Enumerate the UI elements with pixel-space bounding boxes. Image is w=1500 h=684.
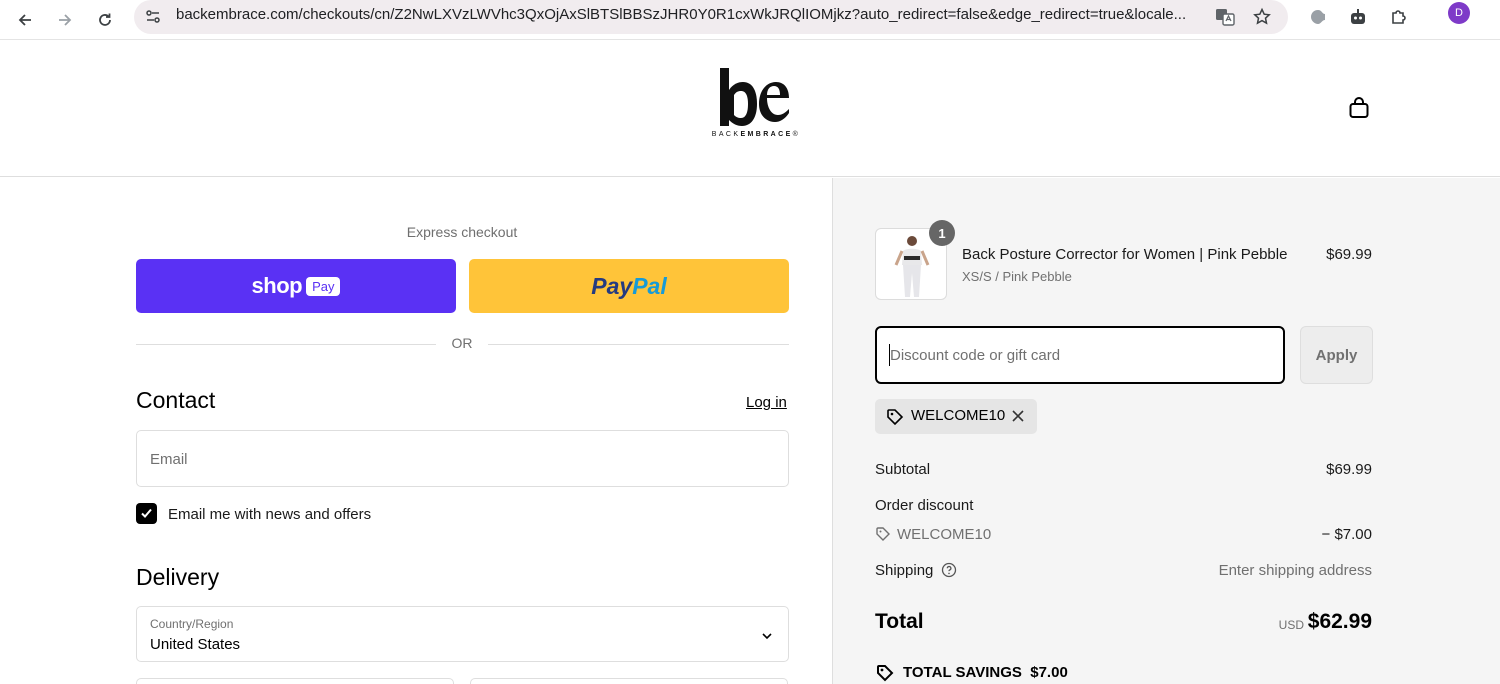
shipping-label: Shipping [875,562,934,579]
reload-icon[interactable] [89,4,121,36]
first-name-field[interactable] [136,678,454,684]
brand-logo-mark [720,68,789,126]
paypal-button[interactable]: Pay Pal [469,259,789,313]
delivery-heading: Delivery [136,564,220,590]
country-select[interactable]: Country/Region United States [136,606,789,662]
shop-pay-button[interactable]: shop Pay [136,259,456,313]
subtotal-label: Subtotal [875,461,931,478]
extension-icon[interactable] [1303,2,1333,32]
profile-avatar[interactable]: D [1448,2,1470,24]
chevron-down-icon [762,633,772,640]
puzzle-extensions-icon[interactable] [1384,2,1414,32]
discount-amount: − $7.00 [1321,526,1372,543]
address-bar[interactable]: backembrace.com/checkouts/cn/Z2NwLXVzLWV… [134,0,1288,34]
applied-discount-chip: WELCOME10 [875,399,1037,434]
order-summary: 1 Back Posture Corrector for Women | Pin… [832,178,1500,684]
contact-heading: Contact [136,387,216,413]
total-amount: $62.99 [1307,610,1372,633]
newsletter-checkbox[interactable] [136,503,157,524]
site-settings-icon[interactable] [144,8,162,26]
store-header: BACKEMBRACE® [0,40,1500,177]
email-field[interactable]: Email [136,430,789,487]
product-price: $69.99 [1326,246,1372,263]
savings-tag-icon [877,665,894,682]
quantity-badge: 1 [929,220,955,246]
cart-icon[interactable] [1346,95,1372,121]
brand-logo[interactable]: BACKEMBRACE® [702,68,810,144]
checkout-main: Express checkout shop Pay Pay Pal OR Cont… [0,178,832,684]
product-variant: XS/S / Pink Pebble [962,269,1072,284]
url-text[interactable]: backembrace.com/checkouts/cn/Z2NwLXVzLWV… [176,6,1206,23]
back-icon[interactable] [9,4,41,36]
or-divider: OR [136,335,789,355]
subtotal-value: $69.99 [1326,461,1372,478]
remove-discount-icon[interactable] [1009,407,1027,425]
order-discount-label: Order discount [875,497,974,514]
tag-icon [876,527,890,541]
forward-icon[interactable] [49,4,81,36]
discount-code-input[interactable]: Discount code or gift card [875,326,1285,384]
bookmark-star-icon[interactable] [1249,4,1275,30]
total-savings: TOTAL SAVINGS $7.00 [903,664,1068,681]
translate-icon[interactable] [1212,4,1238,30]
tag-icon [887,409,904,426]
discount-code-name: WELCOME10 [897,526,992,543]
total-label: Total [875,610,924,633]
robot-extension-icon[interactable] [1343,2,1373,32]
checkmark-icon [141,508,152,518]
shipping-value: Enter shipping address [1218,562,1372,579]
login-link[interactable]: Log in [746,394,787,411]
last-name-field[interactable] [470,678,788,684]
express-checkout-label: Express checkout [406,224,518,240]
browser-toolbar: backembrace.com/checkouts/cn/Z2NwLXVzLWV… [0,0,1500,40]
apply-discount-button[interactable]: Apply [1300,326,1373,384]
product-title: Back Posture Corrector for Women | Pink … [962,246,1288,263]
brand-wordmark: BACKEMBRACE® [711,131,801,138]
newsletter-label: Email me with news and offers [168,506,372,523]
help-icon[interactable] [941,562,957,578]
total-currency: USD [1278,618,1304,632]
